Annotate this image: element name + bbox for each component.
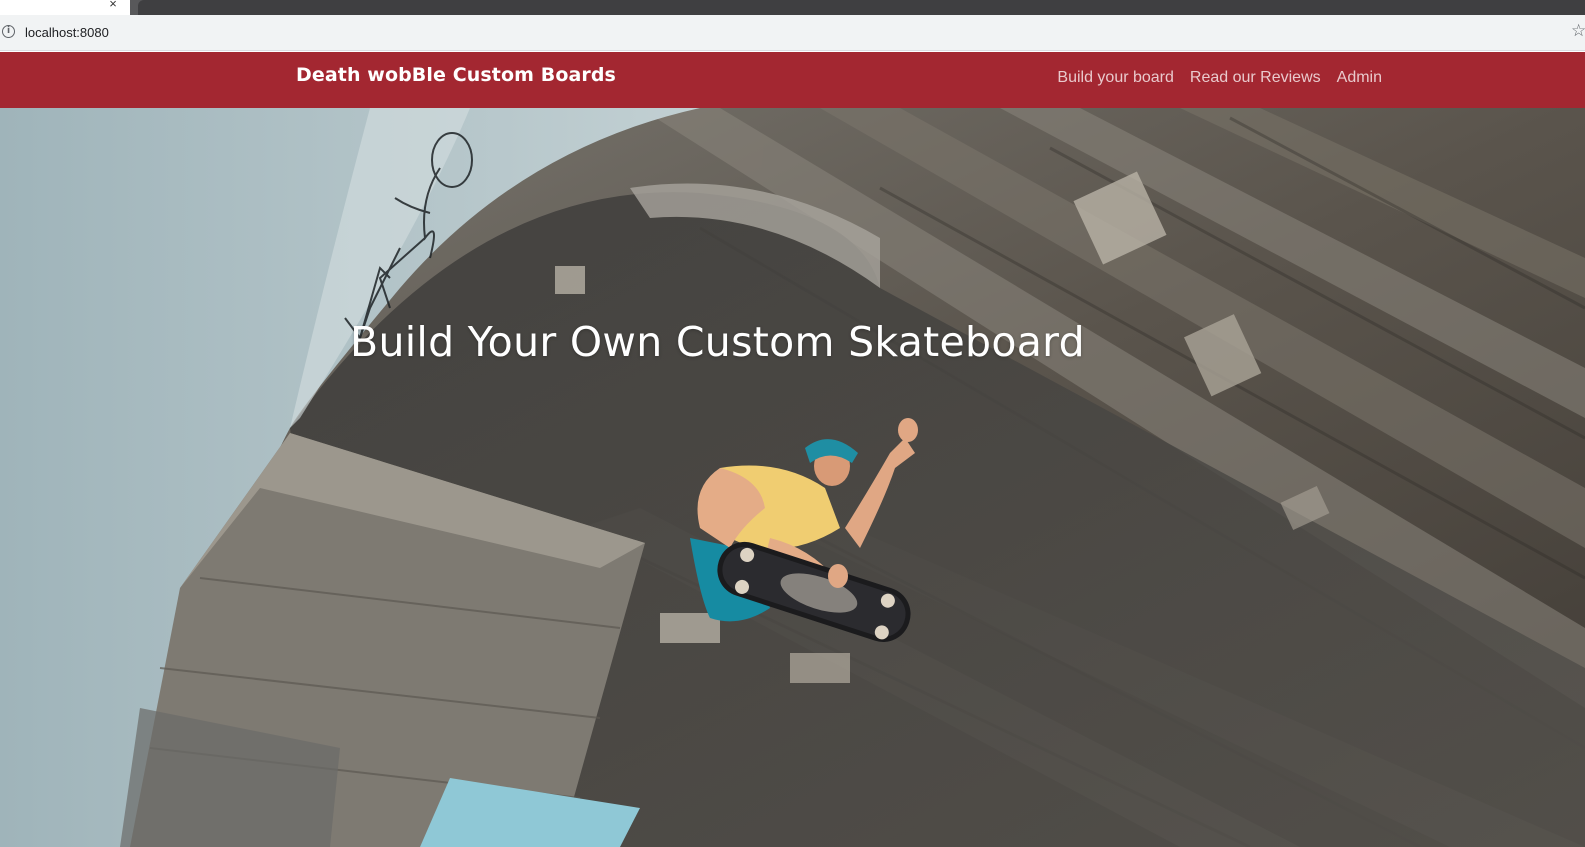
- close-icon[interactable]: ×: [106, 0, 120, 11]
- hero-title-text: Build Your Own Custom Skateboard: [350, 318, 1085, 367]
- hero-section: Build Your Own Custom Skateboard: [0, 108, 1585, 847]
- star-icon[interactable]: ☆: [1571, 22, 1585, 40]
- address-bar: i localhost:8080 ☆: [0, 15, 1585, 51]
- info-icon[interactable]: i: [2, 25, 15, 38]
- hero-background-image: [0, 108, 1585, 847]
- site-navbar: Death wobBle Custom Boards Build your bo…: [0, 52, 1585, 108]
- nav-links: Build your board Read our Reviews Admin: [1057, 69, 1382, 87]
- nav-link-build-board[interactable]: Build your board: [1057, 69, 1174, 87]
- brand-link[interactable]: Death wobBle Custom Boards: [296, 64, 616, 86]
- url-field[interactable]: localhost:8080: [25, 25, 109, 41]
- browser-tab-inactive[interactable]: [138, 0, 1585, 15]
- hero-title: Build Your Own Custom Skateboard: [90, 318, 1585, 366]
- nav-link-admin[interactable]: Admin: [1337, 69, 1382, 87]
- browser-tab-strip: ×: [0, 0, 1585, 15]
- browser-tab-active[interactable]: ×: [0, 0, 130, 15]
- nav-link-reviews[interactable]: Read our Reviews: [1190, 69, 1321, 87]
